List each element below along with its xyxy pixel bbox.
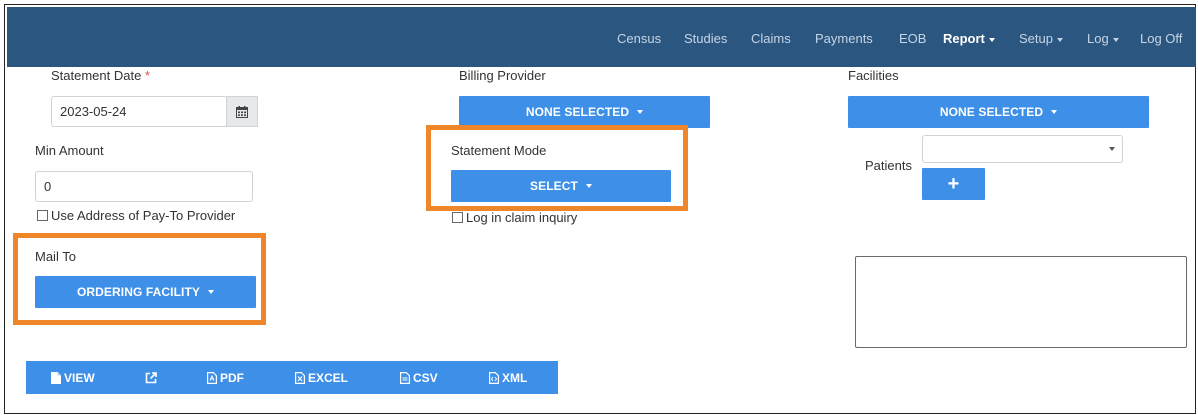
chevron-down-icon	[1109, 147, 1115, 151]
nav-log-off[interactable]: Log Off	[1140, 31, 1182, 47]
caret-down-icon	[637, 110, 644, 114]
caret-down-icon	[208, 290, 215, 294]
nav-setup[interactable]: Setup	[1019, 31, 1063, 47]
statement-mode-label: Statement Mode	[451, 143, 547, 158]
mail-to-dropdown[interactable]: ORDERING FACILITY	[35, 276, 256, 308]
caret-down-icon	[988, 37, 995, 42]
statement-date-label: Statement Date *	[51, 68, 150, 84]
facilities-dropdown-label: NONE SELECTED	[939, 105, 1044, 119]
nav-claims[interactable]: Claims	[751, 31, 791, 47]
billing-provider-label: Billing Provider	[459, 68, 546, 83]
facilities-dropdown[interactable]: NONE SELECTED	[848, 96, 1149, 128]
csv-button-label: CSV	[413, 370, 438, 385]
excel-file-icon	[295, 371, 305, 384]
nav-report[interactable]: Report	[943, 31, 995, 47]
caret-down-icon	[585, 184, 592, 188]
caret-down-icon	[1051, 110, 1058, 114]
mail-to-dropdown-label: ORDERING FACILITY	[76, 285, 201, 299]
min-amount-label: Min Amount	[35, 143, 104, 158]
open-new-window-button[interactable]	[145, 361, 160, 394]
nav-setup-label: Setup	[1019, 31, 1053, 46]
view-button-label: VIEW	[64, 370, 95, 385]
pdf-button[interactable]: PDF	[207, 361, 244, 394]
csv-button[interactable]: CSV	[400, 361, 438, 394]
log-in-claim-label: Log in claim inquiry	[466, 210, 578, 225]
billing-provider-dropdown[interactable]: NONE SELECTED	[459, 96, 710, 128]
nav-census[interactable]: Census	[617, 31, 661, 47]
min-amount-input[interactable]	[35, 171, 253, 202]
xml-button-label: XML	[502, 370, 528, 385]
external-link-icon	[145, 371, 157, 383]
caret-down-icon	[1112, 37, 1119, 42]
pdf-button-label: PDF	[220, 370, 244, 385]
use-address-checkbox[interactable]	[37, 210, 48, 221]
report-toolbar: VIEW PDF EXCEL CSV XML	[26, 361, 558, 394]
statement-date-label-text: Statement Date	[51, 68, 142, 83]
facilities-label: Facilities	[848, 68, 899, 83]
nav-log-label: Log	[1087, 31, 1109, 46]
nav-report-label: Report	[943, 31, 985, 46]
statement-mode-dropdown-label: SELECT	[530, 179, 578, 193]
caret-down-icon	[1056, 37, 1063, 42]
statement-date-input[interactable]	[51, 96, 227, 127]
pdf-file-icon	[207, 371, 217, 384]
add-patient-button[interactable]: +	[922, 168, 985, 200]
xml-file-icon	[489, 371, 499, 384]
use-address-label: Use Address of Pay-To Provider	[51, 208, 236, 223]
notes-textarea[interactable]	[855, 256, 1187, 348]
calendar-button[interactable]	[226, 96, 258, 127]
log-in-claim-checkbox[interactable]	[452, 212, 463, 223]
top-navbar: Census Studies Claims Payments EOB Repor…	[7, 7, 1196, 67]
plus-icon: +	[947, 172, 960, 195]
xml-button[interactable]: XML	[489, 361, 527, 394]
file-icon	[51, 371, 61, 384]
calendar-icon	[236, 105, 248, 118]
excel-button[interactable]: EXCEL	[295, 361, 348, 394]
view-button[interactable]: VIEW	[51, 361, 95, 394]
nav-log[interactable]: Log	[1087, 31, 1119, 47]
nav-studies[interactable]: Studies	[684, 31, 727, 47]
mail-to-label: Mail To	[35, 249, 76, 264]
required-marker: *	[144, 68, 151, 83]
nav-payments[interactable]: Payments	[815, 31, 873, 47]
csv-file-icon	[400, 371, 410, 384]
billing-provider-dropdown-label: NONE SELECTED	[525, 105, 630, 119]
patients-select[interactable]	[922, 135, 1123, 163]
statement-mode-dropdown[interactable]: SELECT	[451, 170, 671, 202]
excel-button-label: EXCEL	[308, 370, 349, 385]
patients-label: Patients	[865, 158, 912, 173]
nav-eob[interactable]: EOB	[899, 31, 926, 47]
